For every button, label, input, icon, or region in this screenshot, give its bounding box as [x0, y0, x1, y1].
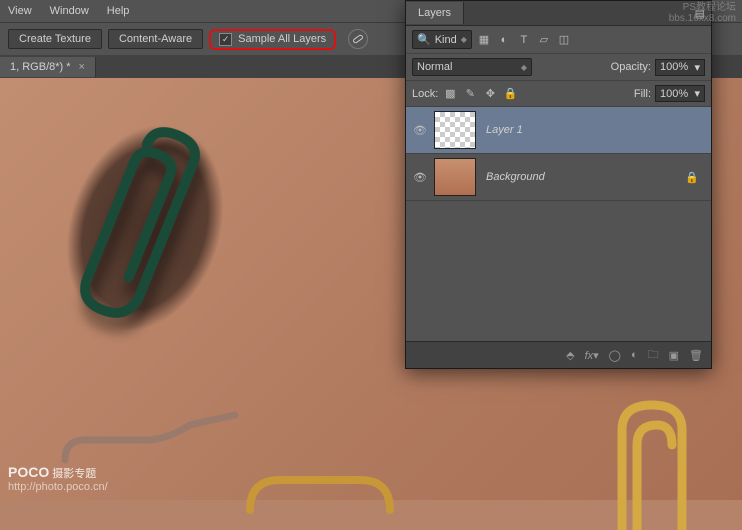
- close-icon[interactable]: ×: [79, 61, 85, 73]
- layers-panel: Layers ▤ 🔍Kind◆ ▦ ◐ T ▱ ◫ Normal◆ Opacit…: [405, 0, 712, 369]
- lock-position-icon[interactable]: ✥: [482, 86, 498, 102]
- content-aware-button[interactable]: Content-Aware: [108, 29, 203, 49]
- layer-name[interactable]: Background: [486, 171, 545, 183]
- visibility-icon[interactable]: 👁: [410, 171, 430, 184]
- filter-smart-icon[interactable]: ◫: [556, 32, 572, 48]
- layers-empty-area: [406, 201, 711, 341]
- adjustment-icon[interactable]: ◐: [631, 349, 638, 361]
- lock-all-icon[interactable]: 🔒: [502, 86, 518, 102]
- paperclip-gold-1: [240, 420, 400, 520]
- lock-label: Lock:: [412, 88, 438, 100]
- mask-icon[interactable]: ◯: [609, 349, 621, 362]
- watermark-bottom: POCO 摄影专题 http://photo.poco.cn/: [8, 464, 108, 494]
- paperclip-bent: [60, 410, 240, 470]
- opacity-label: Opacity:: [611, 61, 651, 73]
- lock-icon: 🔒: [685, 171, 699, 184]
- create-texture-button[interactable]: Create Texture: [8, 29, 102, 49]
- visibility-icon[interactable]: 👁: [410, 124, 430, 137]
- fill-input[interactable]: 100%▾: [655, 85, 705, 102]
- filter-type-icon[interactable]: T: [516, 32, 532, 48]
- sample-all-layers-option[interactable]: ✓ Sample All Layers: [209, 29, 336, 50]
- sample-all-label: Sample All Layers: [238, 33, 326, 45]
- opacity-input[interactable]: 100%▾: [655, 59, 705, 76]
- tab-title: 1, RGB/8*) *: [10, 61, 71, 73]
- paperclip-gold-2: [602, 390, 722, 530]
- lock-transparent-icon[interactable]: ▩: [442, 86, 458, 102]
- lock-paint-icon[interactable]: ✎: [462, 86, 478, 102]
- layer-row-layer1[interactable]: 👁 Layer 1: [406, 107, 711, 154]
- layer-name[interactable]: Layer 1: [486, 124, 523, 136]
- filter-shape-icon[interactable]: ▱: [536, 32, 552, 48]
- menu-help[interactable]: Help: [107, 5, 130, 17]
- menu-view[interactable]: View: [8, 5, 32, 17]
- filter-adjust-icon[interactable]: ◐: [496, 32, 512, 48]
- healing-brush-icon[interactable]: [348, 29, 368, 49]
- layer-thumbnail[interactable]: [434, 158, 476, 196]
- layers-tab[interactable]: Layers: [406, 2, 464, 24]
- layer-row-background[interactable]: 👁 Background 🔒: [406, 154, 711, 201]
- filter-pixel-icon[interactable]: ▦: [476, 32, 492, 48]
- checkbox-icon[interactable]: ✓: [219, 33, 232, 46]
- document-tab[interactable]: 1, RGB/8*) * ×: [0, 57, 96, 77]
- link-layers-icon[interactable]: ⬘: [566, 349, 574, 362]
- new-layer-icon[interactable]: ▣: [669, 349, 679, 362]
- trash-icon[interactable]: 🗑: [689, 349, 703, 362]
- fill-label: Fill:: [634, 88, 651, 100]
- blend-mode-select[interactable]: Normal◆: [412, 58, 532, 76]
- filter-kind-select[interactable]: 🔍Kind◆: [412, 30, 472, 49]
- group-icon[interactable]: 🗀: [648, 346, 659, 365]
- layer-thumbnail[interactable]: [434, 111, 476, 149]
- watermark-top: PS教程论坛bbs.16xx8.com: [669, 2, 736, 24]
- menu-window[interactable]: Window: [50, 5, 89, 17]
- fx-icon[interactable]: fx▾: [585, 349, 599, 362]
